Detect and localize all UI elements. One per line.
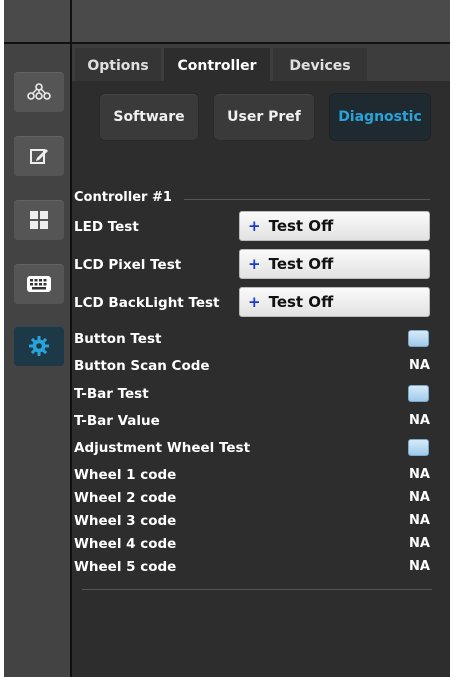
main-panel: Options Controller Devices Software User… — [72, 44, 450, 677]
gear-icon — [29, 336, 49, 356]
wheel-2-code-value: NA — [409, 490, 430, 505]
t-bar-value-label: T-Bar Value — [74, 413, 160, 429]
button-test-checkbox[interactable] — [408, 330, 429, 347]
wheel-1-code-value: NA — [409, 467, 430, 482]
bottom-divider — [82, 589, 432, 590]
plus-icon: + — [248, 255, 261, 273]
grid-icon — [30, 211, 48, 229]
tab-controller[interactable]: Controller — [164, 48, 270, 81]
tab-options[interactable]: Options — [75, 48, 161, 81]
keyboard-icon — [27, 276, 51, 292]
wheel-2-code-label: Wheel 2 code — [74, 490, 177, 506]
edit-icon — [30, 149, 48, 164]
lcd-backlight-test-button-label: Test Off — [268, 293, 334, 311]
lcd-backlight-test-button[interactable]: + Test Off — [239, 287, 430, 317]
lcd-backlight-test-label: LCD BackLight Test — [74, 295, 220, 311]
led-test-button-label: Test Off — [268, 217, 334, 235]
section-title: Controller #1 — [74, 190, 172, 205]
button-test-label: Button Test — [74, 331, 162, 347]
wheel-5-code-label: Wheel 5 code — [74, 559, 177, 575]
lcd-pixel-test-button-label: Test Off — [268, 255, 334, 273]
led-test-label: LED Test — [74, 219, 139, 235]
button-scan-code-label: Button Scan Code — [74, 358, 210, 374]
t-bar-test-label: T-Bar Test — [74, 386, 149, 402]
adjustment-wheel-test-checkbox[interactable] — [408, 439, 429, 456]
sidebar-item-network[interactable] — [14, 72, 64, 112]
section-divider — [184, 199, 430, 200]
button-scan-code-value: NA — [409, 358, 430, 373]
adjustment-wheel-test-label: Adjustment Wheel Test — [74, 440, 251, 456]
network-icon — [27, 83, 51, 100]
sidebar-item-grid[interactable] — [14, 200, 64, 240]
wheel-4-code-label: Wheel 4 code — [74, 536, 177, 552]
sidebar-item-settings[interactable] — [14, 326, 64, 366]
subtab-user-pref[interactable]: User Pref — [214, 94, 314, 140]
t-bar-value: NA — [409, 413, 430, 428]
sidebar-item-edit[interactable] — [14, 136, 64, 176]
led-test-button[interactable]: + Test Off — [239, 211, 430, 241]
tab-devices[interactable]: Devices — [273, 48, 367, 81]
lcd-pixel-test-label: LCD Pixel Test — [74, 257, 182, 273]
panel-divider — [70, 0, 72, 677]
lcd-pixel-test-button[interactable]: + Test Off — [239, 249, 430, 279]
t-bar-test-checkbox[interactable] — [408, 385, 429, 402]
subtab-software[interactable]: Software — [100, 94, 198, 140]
wheel-3-code-label: Wheel 3 code — [74, 513, 177, 529]
plus-icon: + — [248, 217, 261, 235]
wheel-5-code-value: NA — [409, 559, 430, 574]
wheel-4-code-value: NA — [409, 536, 430, 551]
plus-icon: + — [248, 293, 261, 311]
sidebar-item-keyboard[interactable] — [14, 264, 64, 304]
wheel-1-code-label: Wheel 1 code — [74, 467, 177, 483]
tab-bar: Options Controller Devices — [72, 44, 450, 81]
wheel-3-code-value: NA — [409, 513, 430, 528]
subtab-diagnostic[interactable]: Diagnostic — [330, 94, 430, 140]
sidebar — [4, 44, 70, 677]
